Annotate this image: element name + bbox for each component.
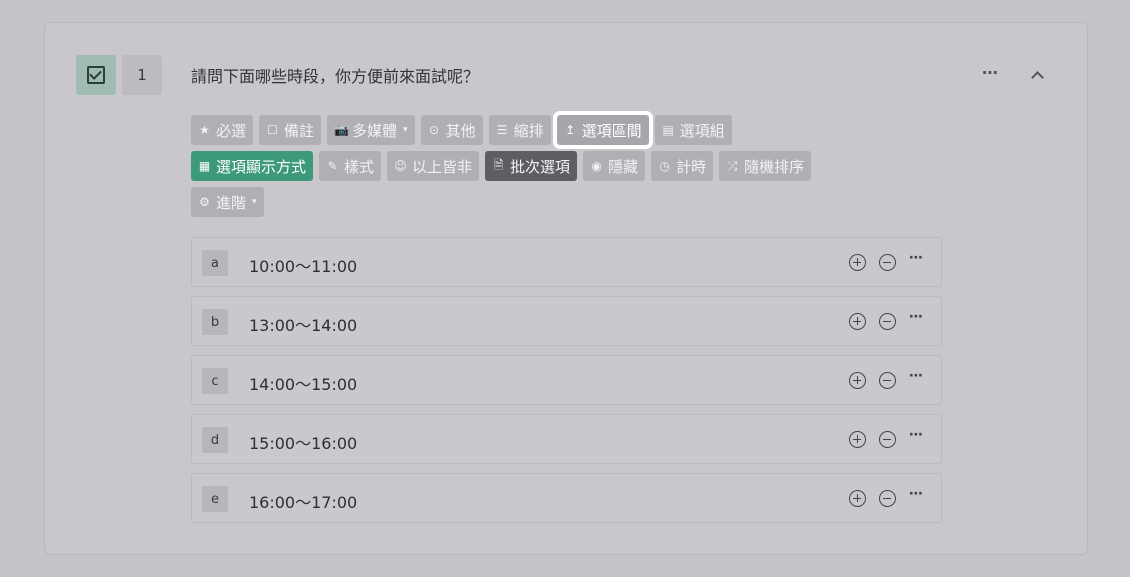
option-more-icon[interactable]: ⋯ (909, 486, 923, 502)
toolbar-row-2: ▦ 選項顯示方式 ✎ 樣式 ☺ 以上皆非 🗎 批次選項 ◉ 隱藏 ◷ 計時 ⤮ 隨機排序 (191, 151, 911, 181)
question-more-icon[interactable]: ⋯ (975, 63, 1005, 82)
question-number: 1 (122, 55, 162, 95)
toolbar-button-label: 樣式 (344, 157, 375, 176)
option-item: d 15:00～16:00 ⋯ (191, 414, 942, 464)
option-group-button[interactable]: ▤ 選項組 (654, 115, 732, 145)
option-text[interactable]: 15:00～16:00 (249, 430, 357, 454)
toolbar-row-3: ⚙ 進階 ▾ (191, 187, 911, 217)
option-text[interactable]: 16:00～17:00 (249, 489, 357, 513)
option-letter: a (202, 250, 228, 276)
indent-button[interactable]: ☰ 縮排 (488, 115, 551, 145)
toolbar-button-label: 選項組 (679, 121, 725, 140)
question-card: 1 請問下面哪些時段，你方便前來面試呢？ ⋯ ★ 必選 ☐ 備註 📷 多媒體 ▾ ⊙ 其他 ☰ 縮排… (44, 22, 1088, 555)
brush-icon: ✎ (327, 159, 338, 173)
toolbar-button-label: 多媒體 (352, 121, 398, 140)
option-item: a 10:00～11:00 ⋯ (191, 237, 942, 287)
media-button[interactable]: 📷 多媒體 ▾ (327, 115, 415, 145)
add-option-icon[interactable] (849, 313, 866, 330)
checkbox-checked-icon (87, 66, 105, 84)
indent-icon: ☰ (496, 123, 508, 137)
smile-icon: ☺ (394, 159, 407, 173)
other-button[interactable]: ⊙ 其他 (420, 115, 483, 145)
option-text[interactable]: 14:00～15:00 (249, 371, 357, 395)
toolbar-button-label: 縮排 (513, 121, 544, 140)
remove-option-icon[interactable] (879, 254, 896, 271)
group-list-icon: ▤ (662, 123, 674, 137)
add-option-icon[interactable] (849, 372, 866, 389)
chevron-up-icon (1030, 71, 1044, 84)
toolbar-button-label: 選項區間 (581, 121, 642, 140)
toolbar-button-label: 備註 (284, 121, 315, 140)
document-icon: 🗎 (493, 157, 504, 172)
toolbar-button-label: 其他 (445, 121, 476, 140)
add-option-icon[interactable] (849, 490, 866, 507)
option-more-icon[interactable]: ⋯ (909, 250, 923, 266)
clock-icon: ◷ (659, 159, 670, 173)
option-letter: e (202, 486, 228, 512)
add-option-icon[interactable] (849, 254, 866, 271)
hide-button[interactable]: ◉ 隱藏 (583, 151, 646, 181)
none-of-above-button[interactable]: ☺ 以上皆非 (387, 151, 480, 181)
gear-icon: ⚙ (199, 195, 210, 209)
option-letter: d (202, 427, 228, 453)
option-text[interactable]: 10:00～11:00 (249, 253, 357, 277)
advanced-button[interactable]: ⚙ 進階 ▾ (191, 187, 264, 217)
option-item: c 14:00～15:00 ⋯ (191, 355, 942, 405)
toolbar-button-label: 進階 (216, 193, 247, 212)
question-title[interactable]: 請問下面哪些時段，你方便前來面試呢？ (191, 63, 479, 87)
option-more-icon[interactable]: ⋯ (909, 309, 923, 325)
note-button[interactable]: ☐ 備註 (259, 115, 322, 145)
grid-icon: ▦ (198, 159, 211, 173)
range-upload-icon: ↥ (565, 123, 576, 137)
timer-button[interactable]: ◷ 計時 (651, 151, 714, 181)
option-letter: b (202, 309, 228, 335)
caret-down-icon: ▾ (252, 197, 257, 207)
option-letter: c (202, 368, 228, 394)
option-item: b 13:00～14:00 ⋯ (191, 296, 942, 346)
option-item: e 16:00～17:00 ⋯ (191, 473, 942, 523)
required-button[interactable]: ★ 必選 (191, 115, 254, 145)
option-more-icon[interactable]: ⋯ (909, 427, 923, 443)
shuffle-icon: ⤮ (727, 158, 738, 173)
toolbar-button-label: 隨機排序 (744, 157, 805, 176)
style-button[interactable]: ✎ 樣式 (319, 151, 382, 181)
comment-icon: ☐ (267, 123, 278, 137)
question-select-checkbox[interactable] (76, 55, 116, 95)
remove-option-icon[interactable] (879, 490, 896, 507)
remove-option-icon[interactable] (879, 431, 896, 448)
question-toolbar: ★ 必選 ☐ 備註 📷 多媒體 ▾ ⊙ 其他 ☰ 縮排 ↥ 選項區間 ▤ 選項組 ▦ 選項顯示方式 ✎ 樣式 ☺ 以上… (191, 111, 911, 223)
star-icon: ★ (199, 123, 210, 137)
remove-option-icon[interactable] (879, 372, 896, 389)
toolbar-button-label: 以上皆非 (412, 157, 473, 176)
remove-option-icon[interactable] (879, 313, 896, 330)
radio-dot-icon: ⊙ (429, 123, 440, 137)
option-text[interactable]: 13:00～14:00 (249, 312, 357, 336)
caret-down-icon: ▾ (403, 125, 408, 135)
toolbar-button-label: 必選 (216, 121, 247, 140)
eye-slash-icon: ◉ (591, 159, 602, 173)
option-list: a 10:00～11:00 ⋯ b 13:00～14:00 ⋯ c 14:00～15:00 ⋯ d… (191, 237, 942, 532)
toolbar-button-label: 選項顯示方式 (216, 157, 307, 176)
batch-options-button[interactable]: 🗎 批次選項 (485, 151, 578, 181)
toolbar-row-1: ★ 必選 ☐ 備註 📷 多媒體 ▾ ⊙ 其他 ☰ 縮排 ↥ 選項區間 ▤ 選項組 (191, 111, 911, 149)
option-display-button[interactable]: ▦ 選項顯示方式 (191, 151, 314, 181)
option-more-icon[interactable]: ⋯ (909, 368, 923, 384)
toolbar-button-label: 計時 (676, 157, 707, 176)
option-range-button[interactable]: ↥ 選項區間 (552, 111, 653, 149)
collapse-button[interactable] (1022, 65, 1052, 85)
camera-icon: 📷 (334, 123, 349, 137)
toolbar-button-label: 隱藏 (608, 157, 639, 176)
random-order-button[interactable]: ⤮ 隨機排序 (719, 151, 812, 181)
add-option-icon[interactable] (849, 431, 866, 448)
toolbar-button-label: 批次選項 (510, 157, 571, 176)
